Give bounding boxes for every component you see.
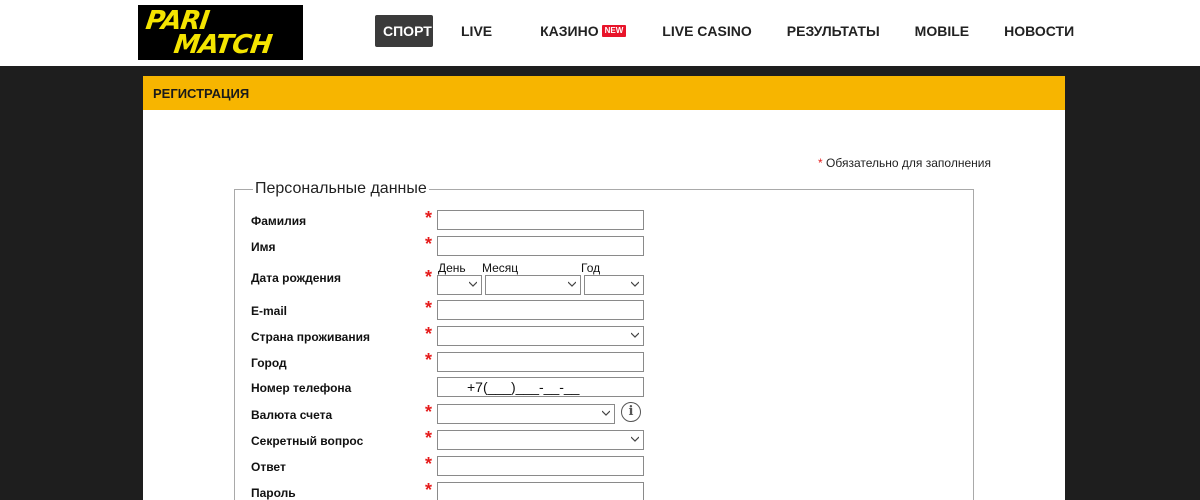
row-currency: Валюта счета * i xyxy=(251,402,651,424)
chevron-down-icon xyxy=(631,435,639,443)
site-header: PARI MATCH СПОРТ LIVE КАЗИНО NEW LIVE CA… xyxy=(0,0,1200,66)
nav-casino-label: КАЗИНО xyxy=(540,23,599,39)
row-last-name: Фамилия * xyxy=(251,208,651,230)
required-star: * xyxy=(425,267,433,287)
nav-mobile[interactable]: MOBILE xyxy=(915,15,969,47)
row-first-name: Имя * xyxy=(251,234,651,256)
country-label: Страна проживания xyxy=(251,330,370,344)
answer-label: Ответ xyxy=(251,460,286,474)
password-label: Пароль xyxy=(251,486,296,500)
chevron-down-icon xyxy=(469,280,477,288)
required-star: * xyxy=(425,350,433,370)
answer-input[interactable] xyxy=(437,456,644,476)
birth-date-label: Дата рождения xyxy=(251,271,342,285)
fieldset-legend: Персональные данные xyxy=(255,180,427,197)
logo-line-1: PARI xyxy=(143,5,211,36)
row-city: Город * xyxy=(251,350,651,372)
main-nav: СПОРТ LIVE КАЗИНО NEW LIVE CASINO РЕЗУЛЬ… xyxy=(375,15,1074,47)
month-select[interactable] xyxy=(485,275,581,295)
nav-sport[interactable]: СПОРТ xyxy=(375,15,433,47)
row-answer: Ответ * xyxy=(251,454,651,476)
row-phone: Номер телефона +7(___)___-__-__ xyxy=(251,377,651,397)
row-email: E-mail * xyxy=(251,298,651,320)
logo-line-2: MATCH xyxy=(171,29,274,60)
nav-live-casino[interactable]: LIVE CASINO xyxy=(662,15,751,47)
last-name-input[interactable] xyxy=(437,210,644,230)
required-star: * xyxy=(425,402,433,422)
city-label: Город xyxy=(251,356,287,370)
email-label: E-mail xyxy=(251,304,288,318)
city-input[interactable] xyxy=(437,352,644,372)
required-star: * xyxy=(425,480,433,500)
last-name-label: Фамилия xyxy=(251,214,307,228)
chevron-down-icon xyxy=(568,280,576,288)
nav-news[interactable]: НОВОСТИ xyxy=(1004,15,1074,47)
required-note-star: * xyxy=(818,156,823,170)
row-password: Пароль * xyxy=(251,480,651,500)
required-star: * xyxy=(425,298,433,318)
required-star: * xyxy=(425,234,433,254)
country-select[interactable] xyxy=(437,326,644,346)
registration-panel: РЕГИСТРАЦИЯ * Обязательно для заполнения… xyxy=(143,76,1065,500)
email-input[interactable] xyxy=(437,300,644,320)
month-label: Месяц xyxy=(482,261,519,275)
required-star: * xyxy=(425,428,433,448)
chevron-down-icon xyxy=(602,409,610,417)
new-badge: NEW xyxy=(601,25,627,37)
nav-live[interactable]: LIVE xyxy=(461,15,492,47)
secret-question-label: Секретный вопрос xyxy=(251,434,364,448)
row-birth-date: Дата рождения * День Месяц Год xyxy=(251,261,651,295)
chevron-down-icon xyxy=(631,331,639,339)
phone-input[interactable]: +7(___)___-__-__ xyxy=(437,377,644,397)
required-star: * xyxy=(425,208,433,228)
info-icon[interactable]: i xyxy=(621,402,641,422)
currency-label: Валюта счета xyxy=(251,408,333,422)
year-label: Год xyxy=(581,261,601,275)
required-star: * xyxy=(425,324,433,344)
currency-select[interactable] xyxy=(437,404,615,424)
row-secret-question: Секретный вопрос * xyxy=(251,428,651,450)
phone-label: Номер телефона xyxy=(251,381,352,395)
parimatch-logo[interactable]: PARI MATCH xyxy=(138,5,303,60)
day-label: День xyxy=(438,261,466,275)
secret-question-select[interactable] xyxy=(437,430,644,450)
day-select[interactable] xyxy=(437,275,482,295)
nav-casino[interactable]: КАЗИНО NEW xyxy=(540,15,627,47)
row-country: Страна проживания * xyxy=(251,324,651,346)
required-note-text: Обязательно для заполнения xyxy=(826,156,991,170)
required-star: * xyxy=(425,454,433,474)
nav-results[interactable]: РЕЗУЛЬТАТЫ xyxy=(787,15,880,47)
first-name-label: Имя xyxy=(251,240,276,254)
panel-title: РЕГИСТРАЦИЯ xyxy=(143,76,1065,110)
chevron-down-icon xyxy=(631,280,639,288)
year-select[interactable] xyxy=(584,275,644,295)
first-name-input[interactable] xyxy=(437,236,644,256)
required-note: * Обязательно для заполнения xyxy=(818,156,991,170)
password-input[interactable] xyxy=(437,482,644,500)
